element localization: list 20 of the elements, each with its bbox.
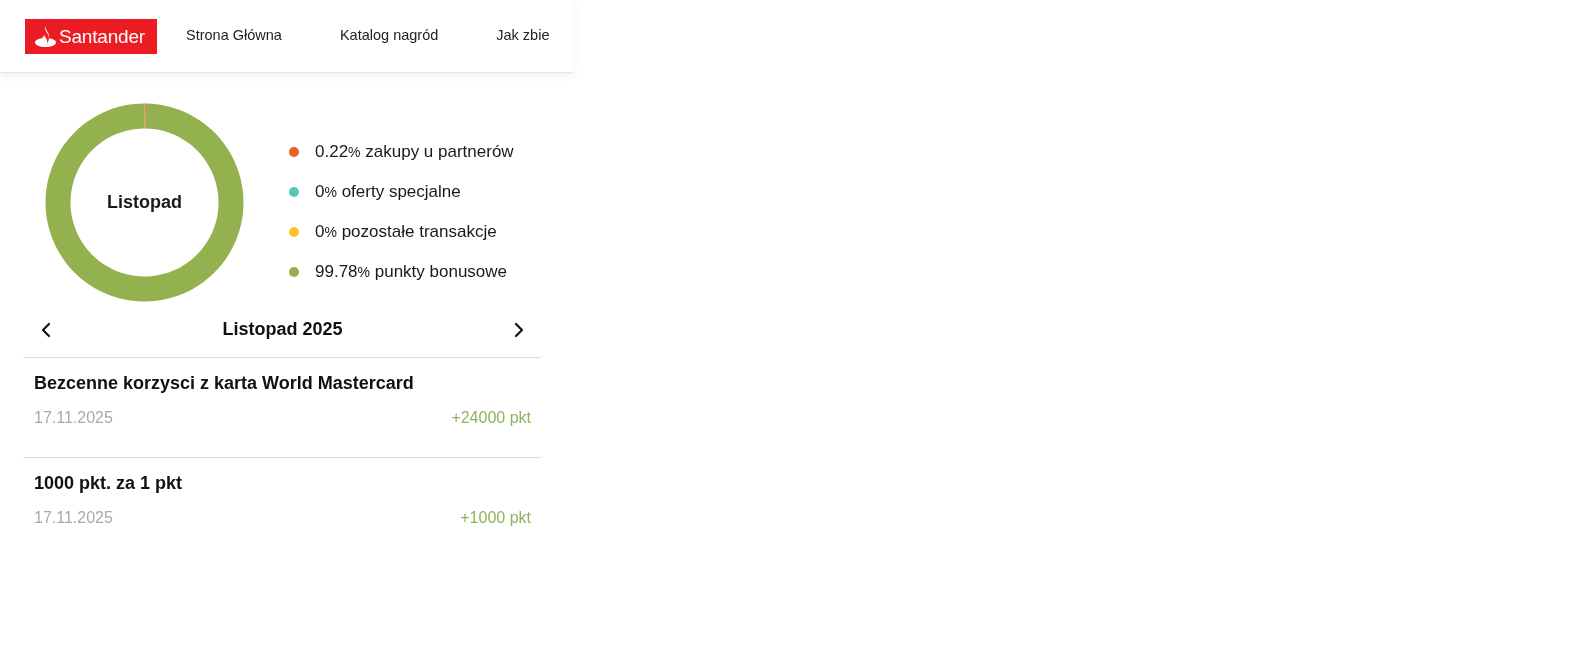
transaction-item[interactable]: Bezcenne korzysci z karta World Mastercard 17.11.2025 +24000 pkt (23, 358, 541, 458)
transaction-title: 1000 pkt. za 1 pkt (34, 472, 184, 495)
chart-title: Listopad (107, 191, 182, 214)
legend-label: 99.78% punkty bonusowe (315, 261, 508, 284)
logo-text: Santander (59, 26, 145, 46)
legend-label: 0% oferty specjalne (315, 181, 461, 204)
transaction-item[interactable]: 1000 pkt. za 1 pkt 17.11.2025 +1000 pkt (23, 458, 541, 557)
logo[interactable]: Santander (25, 18, 157, 54)
transaction-title: Bezcenne korzysci z karta World Mastercard (34, 372, 415, 395)
transaction-points: +1000 pkt (460, 508, 531, 528)
transaction-date: 17.11.2025 (34, 508, 113, 528)
nav-link[interactable]: Katalog nagród (310, 25, 468, 47)
month-title: Listopad 2025 (222, 318, 343, 341)
transaction-points: +24000 pkt (451, 408, 531, 428)
nav-link[interactable]: Jak zbie (467, 25, 579, 47)
flame-icon (35, 25, 56, 47)
nav-link[interactable]: Strona Główna (157, 25, 311, 47)
legend-label: 0% pozostałe transakcje (315, 221, 497, 244)
legend-label: 0.22% zakupy u partnerów (315, 141, 514, 164)
transaction-date: 17.11.2025 (34, 408, 113, 428)
